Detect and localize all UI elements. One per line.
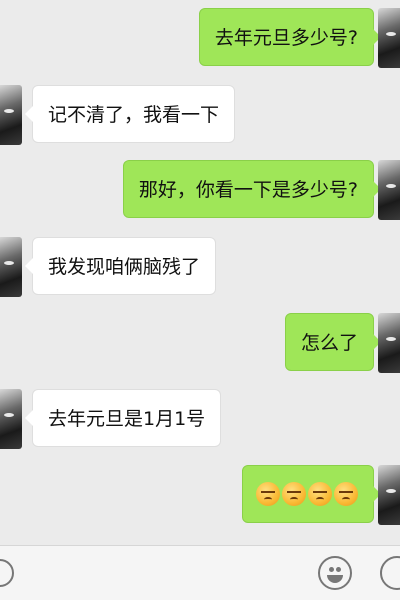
voice-icon[interactable] (0, 559, 14, 587)
sent-message-bubble[interactable]: 那好，你看一下是多少号? (122, 160, 382, 218)
contact-avatar[interactable] (0, 389, 22, 449)
sent-emoji-bubble[interactable] (242, 465, 381, 523)
contact-avatar[interactable] (0, 85, 22, 145)
received-message-bubble[interactable]: 去年元旦是1月1号 (24, 389, 222, 447)
message-text: 记不清了，我看一下 (48, 104, 220, 126)
sent-message-bubble[interactable]: 去年元旦多少号? (198, 8, 382, 66)
message-text: 怎么了 (300, 332, 358, 354)
my-avatar[interactable] (378, 313, 400, 373)
my-avatar[interactable] (378, 160, 400, 220)
unamused-face-icon (282, 481, 306, 506)
plus-icon[interactable] (380, 556, 400, 590)
message-text: 那好，你看一下是多少号? (138, 179, 358, 201)
my-avatar[interactable] (378, 465, 400, 525)
unamused-face-icon (308, 481, 332, 506)
my-avatar[interactable] (378, 8, 400, 68)
message-text: 去年元旦是1月1号 (48, 408, 206, 430)
message-text: 去年元旦多少号? (214, 27, 358, 49)
message-row: 怎么了 (0, 313, 400, 373)
received-message-bubble[interactable]: 记不清了，我看一下 (24, 85, 236, 143)
unamused-face-icon (256, 481, 280, 506)
message-row: 那好，你看一下是多少号? (0, 160, 400, 220)
message-row (0, 465, 400, 525)
message-row: 去年元旦多少号? (0, 8, 400, 68)
contact-avatar[interactable] (0, 237, 22, 297)
input-bar (0, 545, 400, 600)
chat-message-list: 去年元旦多少号? 记不清了，我看一下 那好，你看一下是多少号? 我发现咱俩脑残了… (0, 0, 400, 545)
received-message-bubble[interactable]: 我发现咱俩脑残了 (24, 237, 217, 295)
unamused-face-icon (334, 481, 358, 506)
message-text: 我发现咱俩脑残了 (48, 256, 201, 278)
sent-message-bubble[interactable]: 怎么了 (284, 313, 382, 371)
message-row: 去年元旦是1月1号 (0, 389, 400, 449)
message-row: 我发现咱俩脑残了 (0, 237, 400, 297)
emoji-icon[interactable] (318, 556, 352, 590)
message-row: 记不清了，我看一下 (0, 85, 400, 145)
